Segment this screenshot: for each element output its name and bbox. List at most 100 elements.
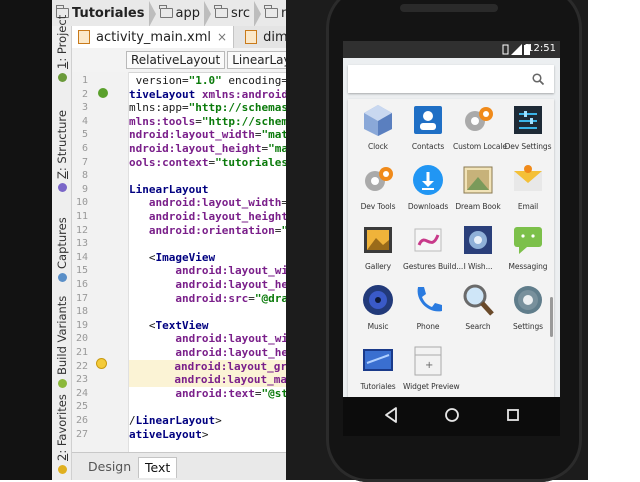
app-search-app[interactable]: Search (453, 283, 503, 341)
app-custom-locale[interactable]: Custom Locale (453, 103, 507, 161)
code-line[interactable]: android:layout_gra (129, 359, 286, 374)
app-label: Settings (513, 322, 543, 331)
app-music[interactable]: Music (353, 283, 403, 341)
line-number: 3 (81, 102, 88, 114)
breadcrumb-src[interactable]: src (211, 0, 252, 26)
ide-window: Tutorialesappsrcma 1: Project Z: Structu… (0, 0, 286, 480)
line-number: 26 (75, 415, 88, 426)
messaging-icon (511, 223, 545, 257)
tool-tab-captures[interactable]: Captures (55, 217, 69, 282)
code-line[interactable]: ndroid:layout_height="mat (129, 142, 286, 156)
search-app-icon (461, 283, 495, 317)
code-token: android:layout_mar (129, 373, 286, 387)
tab-activity-main[interactable]: activity_main.xml × (72, 26, 235, 48)
tab-design[interactable]: Design (82, 457, 137, 477)
app-dream-book[interactable]: Dream Book (453, 163, 503, 221)
code-line[interactable]: android:layout_mar (129, 373, 286, 387)
code-line[interactable]: version="1.0" encoding=" (129, 74, 286, 88)
code-token: "http://schemas. (188, 101, 286, 115)
code-token: android:text (129, 386, 255, 400)
tool-tab-favorites[interactable]: 2: Favorites (55, 394, 69, 474)
tool-tab-build-variants[interactable]: Build Variants (55, 296, 69, 388)
app-settings[interactable]: Settings (503, 283, 553, 341)
code-line[interactable]: mlns:tools="http://schema (129, 115, 286, 129)
code-line[interactable]: android:layout_hei (129, 346, 286, 360)
app-email[interactable]: Email (503, 163, 553, 221)
tool-tab-structure[interactable]: Z: Structure (55, 110, 69, 192)
android-icon (57, 379, 67, 388)
editor-tabs: activity_main.xml× dimen (72, 26, 286, 49)
editor-bottom-tabs: Design Text (72, 452, 286, 480)
code-token: android:layout_wid (129, 332, 286, 346)
breadcrumb-app[interactable]: app (156, 0, 202, 26)
phone-icon (411, 283, 445, 317)
code-line[interactable]: android:text="@str (129, 387, 286, 401)
code-token: "mat (268, 142, 286, 155)
code-line[interactable]: <ImageView (129, 251, 215, 265)
app-widget-preview[interactable]: + Widget Preview (403, 343, 460, 401)
line-number: 2 (81, 88, 88, 100)
app-messaging[interactable]: Messaging (503, 223, 553, 281)
recents-icon[interactable] (505, 406, 521, 424)
app-search-bar[interactable] (348, 65, 554, 93)
code-token: = (248, 291, 255, 305)
code-token: "@str (261, 386, 286, 400)
app-downloads[interactable]: Downloads (403, 163, 453, 221)
app-phone[interactable]: Phone (403, 283, 453, 341)
code-editor[interactable]: version="1.0" encoding="tiveLayout xmlns… (129, 72, 286, 452)
lightbulb-icon[interactable] (97, 359, 106, 368)
breadcrumb-main[interactable]: ma (261, 0, 286, 26)
xml-file-icon (78, 30, 90, 44)
svg-text:+: + (425, 360, 433, 371)
code-token: tiveLayout (129, 87, 202, 101)
code-token: ImageView (155, 250, 216, 264)
code-line[interactable]: /LinearLayout> (129, 414, 222, 428)
home-icon[interactable] (444, 406, 460, 424)
device-screen[interactable]: 12:51 Clock Contacts Custom Locale Dev Sett… (343, 41, 560, 436)
code-line[interactable]: ndroid:layout_width="matc (129, 128, 286, 142)
code-line[interactable]: mlns:app="http://schemas. (129, 101, 286, 115)
app-i-wish[interactable]: I Wish... (453, 223, 503, 281)
code-token: LinearLayout (135, 414, 216, 427)
app-dev-settings[interactable]: Dev Settings (503, 103, 553, 161)
tab-text[interactable]: Text (138, 457, 178, 478)
code-token: android:layout_hei (129, 346, 286, 359)
tool-tab-project[interactable]: 1: Project (55, 15, 69, 82)
line-number: 6 (81, 143, 88, 154)
xml-crumb-linearlayout[interactable]: LinearLay (227, 51, 286, 69)
line-number: 9 (81, 183, 88, 195)
code-token: android:src (129, 291, 249, 305)
code-line[interactable]: <TextView (129, 319, 209, 333)
code-line[interactable]: android:layout_width=" (129, 196, 286, 210)
tool-window-strip: 1: Project Z: Structure Captures Build V… (52, 15, 72, 480)
code-line[interactable]: android:orientation="h (129, 224, 286, 238)
app-label: Tutoriales (360, 382, 396, 391)
app-dev-tools[interactable]: Dev Tools (353, 163, 403, 221)
code-line[interactable]: android:layout_wid (129, 264, 286, 278)
code-line[interactable]: android:layout_height=" (129, 210, 286, 224)
app-contacts[interactable]: Contacts (403, 103, 453, 161)
email-icon (511, 163, 545, 197)
music-icon (361, 283, 395, 317)
code-line[interactable]: android:layout_hei (129, 278, 286, 292)
code-line[interactable]: ativeLayout> (129, 428, 208, 442)
code-line[interactable]: ools:context="tutoriales. (129, 156, 286, 170)
tab-dimens[interactable]: dimen (239, 26, 286, 48)
code-token: android:layout_width (129, 196, 282, 210)
app-gallery[interactable]: Gallery (353, 223, 403, 281)
app-clock[interactable]: Clock (353, 103, 403, 161)
scrollbar-thumb[interactable] (550, 297, 553, 337)
code-line[interactable]: android:src="@draw (129, 292, 286, 306)
code-token: ools:context (129, 155, 209, 169)
i-wish-icon (461, 223, 495, 257)
app-gestures-builder[interactable]: Gestures Build... (403, 223, 463, 281)
search-icon[interactable] (532, 73, 544, 85)
code-line[interactable]: android:layout_wid (129, 332, 286, 346)
app-tutoriales[interactable]: Tutoriales (353, 343, 403, 401)
line-number: 12 (75, 224, 88, 236)
back-icon[interactable] (383, 406, 399, 424)
close-icon[interactable]: × (217, 30, 227, 44)
xml-crumb-relativelayout[interactable]: RelativeLayout (126, 51, 226, 69)
code-line[interactable]: tiveLayout xmlns:android= (129, 88, 286, 102)
code-line[interactable]: LinearLayout (129, 183, 208, 197)
